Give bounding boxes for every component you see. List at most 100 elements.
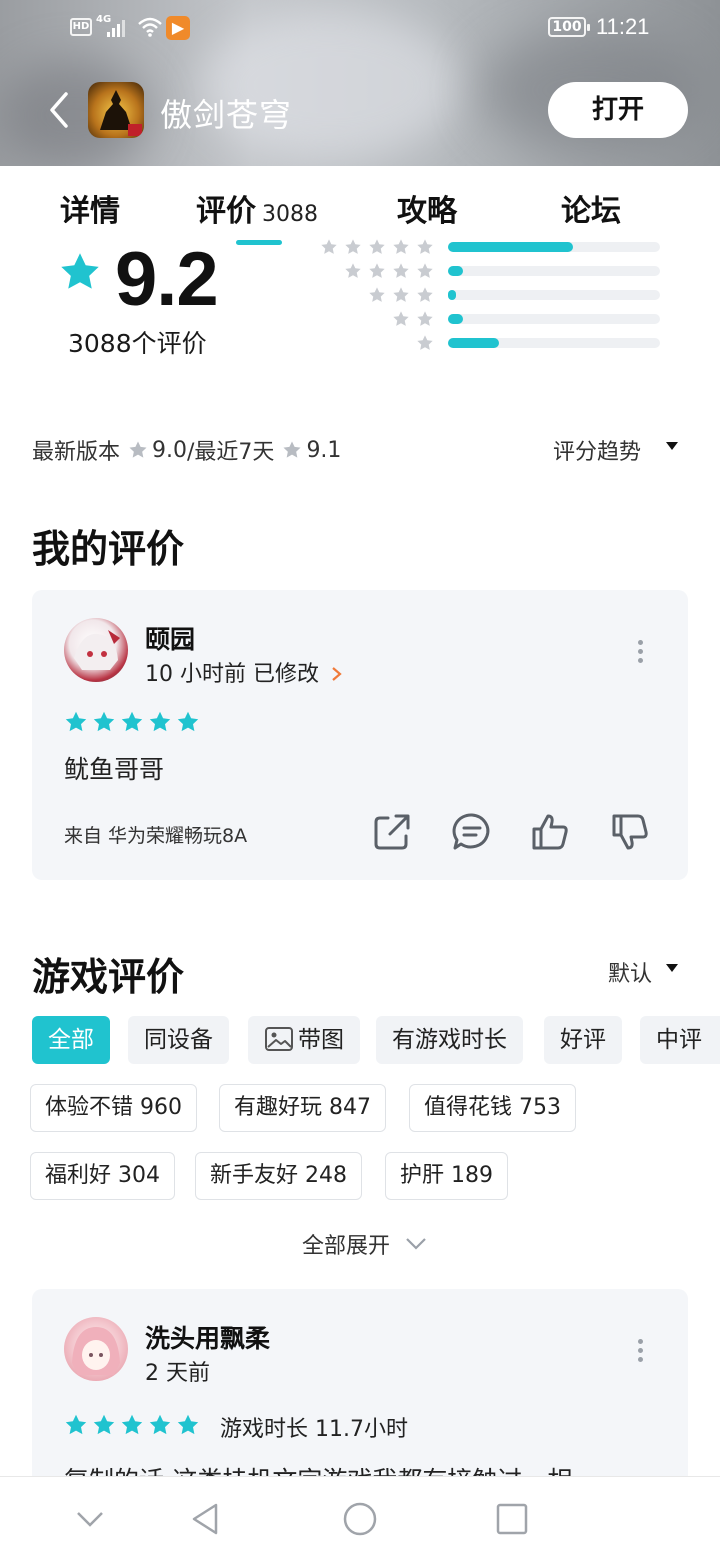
review-stars [64, 1413, 200, 1437]
collapse-icon[interactable] [70, 1499, 110, 1539]
star-icon [417, 335, 433, 350]
filter-with-image[interactable]: 带图 [248, 1016, 360, 1064]
distribution-stars [416, 334, 434, 354]
tag-chip[interactable]: 值得花钱 753 [409, 1084, 576, 1132]
thumbs-down-icon[interactable] [610, 812, 650, 852]
distribution-stars [392, 310, 434, 330]
star-icon [417, 311, 433, 326]
home-circle-icon[interactable] [340, 1499, 380, 1539]
star-icon [417, 287, 433, 302]
hd-indicator: HD [70, 18, 92, 36]
anime-avatar-icon [74, 630, 120, 670]
tag-chip[interactable]: 有趣好玩 847 [219, 1084, 386, 1132]
open-app-button[interactable]: 打开 [548, 82, 688, 138]
distribution-bar-track [448, 314, 660, 324]
filter-playtime[interactable]: 有游戏时长 [376, 1016, 523, 1064]
tab-forum[interactable]: 论坛 [561, 186, 621, 230]
system-navigation-bar [0, 1476, 720, 1560]
review-time[interactable]: 10 小时前 已修改 [145, 656, 344, 688]
share-icon[interactable] [372, 812, 412, 852]
tag-chip[interactable]: 体验不错 960 [30, 1084, 197, 1132]
star-icon [369, 239, 385, 254]
recents-square-icon[interactable] [492, 1499, 532, 1539]
tag-chip[interactable]: 护肝 189 [385, 1152, 508, 1200]
average-score: 9.2 [115, 237, 219, 322]
distribution-row-3-star [300, 286, 660, 306]
tag-chip[interactable]: 新手友好 248 [195, 1152, 362, 1200]
rating-count: 3088个评价 [68, 329, 207, 358]
tab-reviews[interactable]: 评价 3088 [196, 186, 318, 230]
review-time-text: 10 小时前 已修改 [145, 662, 319, 687]
filter-same-device[interactable]: 同设备 [128, 1016, 229, 1064]
star-icon [61, 253, 99, 289]
recent-score: 9.1 [306, 437, 342, 463]
notification-app-icon: ▶ [166, 16, 190, 40]
score-trend-toggle[interactable]: 评分趋势 [553, 434, 641, 466]
distribution-stars [320, 238, 434, 258]
star-icon [93, 1414, 115, 1435]
tab-label: 详情 [60, 194, 120, 229]
review-user-name[interactable]: 颐园 [145, 620, 195, 656]
tab-review-count: 3088 [262, 202, 318, 227]
filter-positive[interactable]: 好评 [544, 1016, 622, 1064]
star-icon [393, 239, 409, 254]
distribution-bar-fill [448, 290, 457, 300]
tag-chip[interactable]: 福利好 304 [30, 1152, 175, 1200]
more-options-icon[interactable] [636, 640, 644, 664]
expand-all-button[interactable]: 全部展开 [302, 1228, 427, 1260]
distribution-bar-fill [448, 242, 574, 252]
tab-label: 攻略 [397, 194, 457, 229]
signal-icon [107, 20, 125, 37]
distribution-bar-fill [448, 314, 463, 324]
comment-icon[interactable] [452, 812, 492, 852]
my-review-card[interactable]: 颐园 10 小时前 已修改 鱿鱼哥哥 来自 华为荣耀畅玩8A [32, 590, 688, 880]
warrior-silhouette-icon [100, 90, 142, 136]
distribution-stars [344, 262, 434, 282]
distribution-row-1-star [300, 334, 660, 354]
version-score-line: 最新版本 9.0 /最近7天 9.1 [32, 434, 341, 466]
chevron-right-icon [332, 667, 342, 681]
review-text: 鱿鱼哥哥 [64, 755, 165, 784]
star-icon [417, 263, 433, 278]
star-icon [283, 441, 301, 458]
game-reviews-title: 游戏评价 [32, 955, 185, 999]
review-time: 2 天前 [145, 1361, 210, 1386]
star-icon [129, 441, 147, 458]
sort-dropdown[interactable]: 默认 [608, 956, 652, 988]
back-arrow-icon[interactable] [40, 86, 80, 134]
back-triangle-icon[interactable] [186, 1499, 226, 1539]
recent-label: /最近7天 [187, 440, 275, 465]
star-icon [393, 287, 409, 302]
filter-all[interactable]: 全部 [32, 1016, 110, 1064]
filter-neutral[interactable]: 中评 [640, 1016, 720, 1064]
star-icon [93, 711, 115, 732]
star-icon [65, 711, 87, 732]
battery-icon: 100 [548, 17, 590, 37]
star-icon [345, 239, 361, 254]
tab-label: 评价 [196, 194, 256, 229]
star-icon [149, 1414, 171, 1435]
tab-details[interactable]: 详情 [60, 186, 120, 230]
my-review-title: 我的评价 [32, 527, 185, 571]
star-icon [417, 239, 433, 254]
review-user-name[interactable]: 洗头用飘柔 [145, 1319, 270, 1355]
tab-guides[interactable]: 攻略 [397, 186, 457, 230]
anime-avatar-icon [72, 1327, 120, 1375]
star-icon [369, 263, 385, 278]
more-options-icon[interactable] [636, 1339, 644, 1363]
distribution-bar-track [448, 266, 660, 276]
star-icon [177, 1414, 199, 1435]
caret-down-icon[interactable] [666, 442, 678, 450]
caret-down-icon[interactable] [666, 964, 678, 972]
distribution-row-2-star [300, 310, 660, 330]
avatar[interactable] [64, 618, 128, 682]
star-icon [121, 1414, 143, 1435]
version-score: 9.0 [152, 437, 188, 463]
review-device: 来自 华为荣耀畅玩8A [64, 825, 248, 847]
star-icon [149, 711, 171, 732]
avatar[interactable] [64, 1317, 128, 1381]
thumbs-up-icon[interactable] [530, 812, 570, 852]
distribution-bar-track [448, 242, 660, 252]
star-icon [65, 1414, 87, 1435]
star-icon [393, 263, 409, 278]
